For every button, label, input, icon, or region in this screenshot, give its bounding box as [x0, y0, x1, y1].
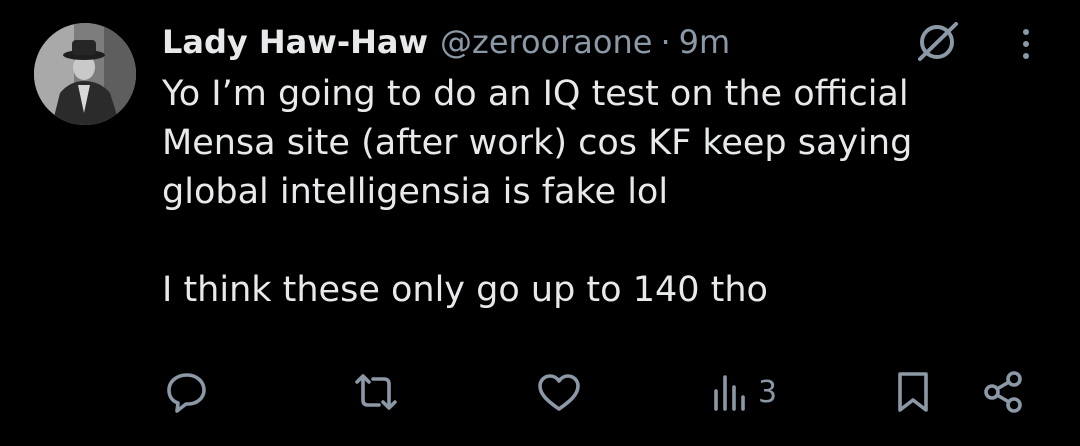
reply-button[interactable]	[164, 360, 210, 424]
tweet-timestamp[interactable]: 9m	[679, 23, 731, 61]
like-icon	[538, 374, 580, 411]
grok-icon[interactable]	[915, 20, 961, 62]
share-button[interactable]	[980, 360, 1028, 424]
views-button[interactable]: 3	[712, 360, 777, 424]
action-bar: 3	[0, 360, 1080, 424]
separator-dot: ·	[660, 23, 671, 61]
author-name[interactable]: Lady Haw-Haw	[162, 23, 428, 61]
views-icon	[714, 375, 745, 411]
bookmark-icon	[898, 372, 928, 412]
author-handle[interactable]: @zerooraone	[440, 23, 652, 61]
like-button[interactable]	[535, 360, 583, 424]
more-options-icon[interactable]	[1012, 22, 1040, 66]
bookmark-button[interactable]	[893, 360, 933, 424]
retweet-button[interactable]	[352, 360, 400, 424]
share-icon	[984, 371, 1022, 413]
avatar-image	[34, 23, 136, 125]
avatar[interactable]	[34, 23, 136, 125]
reply-icon	[167, 373, 206, 413]
tweet-header: Lady Haw-Haw @zerooraone · 9m	[162, 16, 730, 68]
view-count: 3	[758, 374, 778, 410]
tweet[interactable]: Lady Haw-Haw @zerooraone · 9m Yo I’m goi…	[0, 0, 1080, 446]
retweet-icon	[355, 374, 397, 410]
tweet-text: Yo I’m going to do an IQ test on the off…	[162, 74, 913, 310]
